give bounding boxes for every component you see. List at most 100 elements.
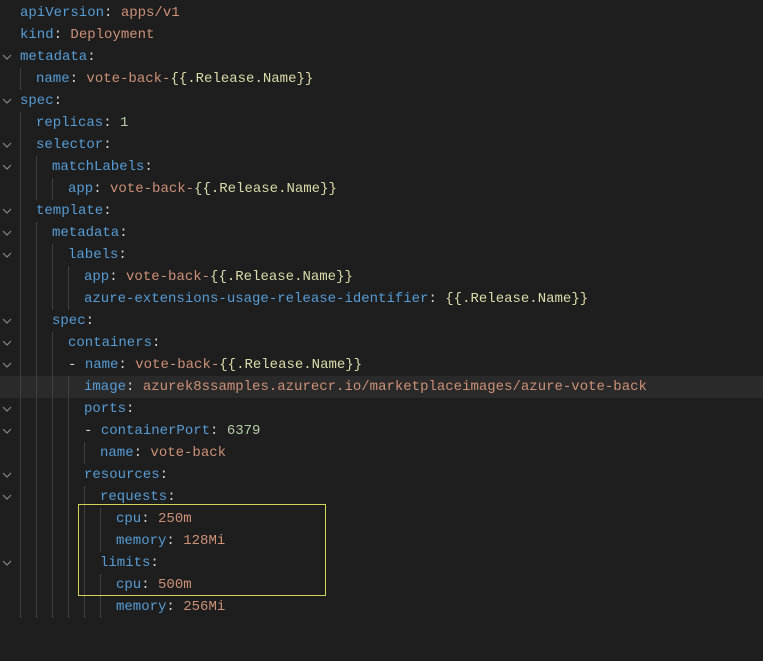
yaml-value: 128Mi [183,533,225,549]
code-line[interactable]: selector: [0,134,763,156]
chevron-down-icon [2,426,12,436]
yaml-key: limits [100,555,150,571]
fold-gutter [0,508,14,530]
yaml-key: app [68,181,93,197]
yaml-key: kind [20,27,54,43]
code-line[interactable]: labels: [0,244,763,266]
yaml-value: azurek8ssamples.azurecr.io/marketplaceim… [143,379,647,395]
yaml-dash: - [68,357,85,373]
fold-gutter[interactable] [0,200,14,222]
code-line[interactable]: cpu: 250m [0,508,763,530]
code-line[interactable]: replicas: 1 [0,112,763,134]
code-line[interactable]: spec: [0,310,763,332]
yaml-colon: : [104,5,121,21]
chevron-down-icon [2,360,12,370]
chevron-down-icon [2,250,12,260]
fold-gutter[interactable] [0,486,14,508]
code-line[interactable]: requests: [0,486,763,508]
yaml-key: containers [68,335,152,351]
fold-gutter[interactable] [0,90,14,112]
code-line[interactable]: spec: [0,90,763,112]
fold-gutter [0,530,14,552]
chevron-down-icon [2,470,12,480]
chevron-down-icon [2,96,12,106]
code-line[interactable]: - containerPort: 6379 [0,420,763,442]
yaml-value: 6379 [227,423,261,439]
code-line[interactable]: kind: Deployment [0,24,763,46]
code-line[interactable]: memory: 256Mi [0,596,763,618]
fold-gutter [0,178,14,200]
code-line[interactable]: name: vote-back [0,442,763,464]
chevron-down-icon [2,162,12,172]
code-line[interactable]: ports: [0,398,763,420]
fold-gutter[interactable] [0,332,14,354]
chevron-down-icon [2,492,12,502]
yaml-key: memory [116,533,166,549]
yaml-key: metadata [20,49,87,65]
yaml-key: ports [84,401,126,417]
code-line[interactable]: matchLabels: [0,156,763,178]
code-line[interactable]: limits: [0,552,763,574]
code-line[interactable]: image: azurek8ssamples.azurecr.io/market… [0,376,763,398]
yaml-value: 250m [158,511,192,527]
fold-gutter [0,266,14,288]
yaml-value: 1 [120,115,128,131]
code-line[interactable]: app: vote-back-{{.Release.Name}} [0,178,763,200]
fold-gutter [0,596,14,618]
fold-gutter[interactable] [0,354,14,376]
yaml-key: matchLabels [52,159,144,175]
chevron-down-icon [2,316,12,326]
yaml-key: memory [116,599,166,615]
fold-gutter [0,2,14,24]
fold-gutter [0,112,14,134]
chevron-down-icon [2,228,12,238]
code-line[interactable]: name: vote-back-{{.Release.Name}} [0,68,763,90]
code-line[interactable]: memory: 128Mi [0,530,763,552]
yaml-key: azure-extensions-usage-release-identifie… [84,291,428,307]
yaml-key: cpu [116,511,141,527]
yaml-value: vote-back- [86,71,170,87]
code-line[interactable]: cpu: 500m [0,574,763,596]
code-line[interactable]: containers: [0,332,763,354]
yaml-key: selector [36,137,103,153]
yaml-key: spec [20,93,54,109]
code-line[interactable]: metadata: [0,222,763,244]
yaml-value: Deployment [70,27,154,43]
code-line[interactable]: app: vote-back-{{.Release.Name}} [0,266,763,288]
fold-gutter[interactable] [0,464,14,486]
yaml-key: name [85,357,119,373]
chevron-down-icon [2,140,12,150]
yaml-key: labels [68,247,118,263]
yaml-key: replicas [36,115,103,131]
yaml-key: containerPort [101,423,210,439]
yaml-key: name [36,71,70,87]
yaml-key: resources [84,467,160,483]
fold-gutter [0,288,14,310]
chevron-down-icon [2,52,12,62]
fold-gutter[interactable] [0,398,14,420]
yaml-key: metadata [52,225,119,241]
code-line[interactable]: - name: vote-back-{{.Release.Name}} [0,354,763,376]
chevron-down-icon [2,206,12,216]
yaml-key: apiVersion [20,5,104,21]
code-line[interactable]: resources: [0,464,763,486]
fold-gutter[interactable] [0,244,14,266]
yaml-key: spec [52,313,86,329]
fold-gutter [0,574,14,596]
fold-gutter[interactable] [0,420,14,442]
fold-gutter[interactable] [0,156,14,178]
code-line[interactable]: metadata: [0,46,763,68]
yaml-key: image [84,379,126,395]
fold-gutter[interactable] [0,222,14,244]
code-line[interactable]: azure-extensions-usage-release-identifie… [0,288,763,310]
yaml-key: requests [100,489,167,505]
fold-gutter[interactable] [0,46,14,68]
chevron-down-icon [2,404,12,414]
code-line[interactable]: template: [0,200,763,222]
code-line[interactable]: apiVersion: apps/v1 [0,2,763,24]
fold-gutter[interactable] [0,310,14,332]
yaml-key: app [84,269,109,285]
fold-gutter[interactable] [0,552,14,574]
fold-gutter[interactable] [0,134,14,156]
fold-gutter [0,68,14,90]
